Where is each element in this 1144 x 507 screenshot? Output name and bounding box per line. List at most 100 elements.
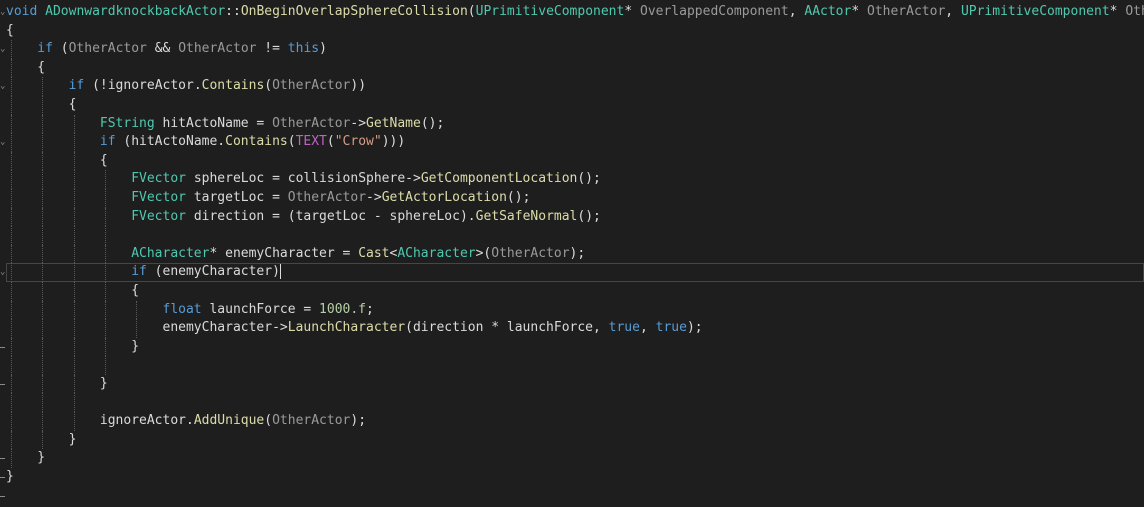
code-line[interactable]: } — [6, 468, 1144, 487]
code-token: = ( — [264, 208, 296, 224]
indent-guide — [42, 151, 44, 171]
code-token: true — [608, 320, 640, 336]
code-token: Contains — [225, 134, 288, 150]
indent-guide — [42, 170, 44, 189]
code-line[interactable]: if (!ignoreActor.Contains(OtherActor)) — [6, 77, 1144, 96]
indent-guide — [42, 114, 44, 134]
code-token: direction — [193, 208, 265, 224]
code-token: ADownwardknockbackActor — [45, 4, 226, 19]
code-line[interactable]: } — [6, 449, 1144, 468]
code-text: { — [6, 282, 139, 301]
indent-guide — [42, 95, 44, 115]
code-token: ( — [467, 4, 476, 19]
code-token: , — [639, 320, 656, 336]
code-line[interactable]: float launchForce = 1000.f; — [6, 300, 1144, 320]
code-line[interactable] — [6, 393, 1144, 413]
code-line[interactable]: if (hitActoName.Contains(TEXT("Crow"))) — [6, 133, 1144, 152]
code-line-current[interactable]: if (enemyCharacter) — [6, 263, 1144, 282]
indent-guide — [73, 393, 75, 413]
code-text: enemyCharacter->LaunchCharacter(directio… — [6, 319, 703, 338]
code-token: ); — [350, 413, 367, 429]
code-token: = — [295, 301, 320, 317]
code-line[interactable]: void ADownwardknockbackActor::OnBeginOve… — [6, 3, 1144, 22]
indent-guide — [42, 412, 44, 431]
code-token: direction — [412, 320, 484, 336]
code-line[interactable]: ACharacter* enemyCharacter = Cast<AChara… — [6, 244, 1144, 264]
code-line[interactable]: FVector direction = (targetLoc - sphereL… — [6, 207, 1144, 227]
indent-guide — [104, 263, 106, 282]
indent-guide — [42, 319, 44, 338]
code-token: , — [593, 320, 609, 336]
indent-guide — [11, 95, 12, 115]
code-line[interactable]: ignoreActor.AddUnique(OtherActor); — [6, 412, 1144, 431]
code-token: } — [68, 431, 77, 447]
code-token: if — [131, 264, 147, 280]
indent-guide — [11, 300, 12, 320]
fold-toggle-icon[interactable]: ⌄ — [0, 137, 5, 147]
code-token: - — [366, 208, 390, 224]
code-token: , — [788, 4, 805, 19]
code-token: TEXT — [295, 134, 327, 150]
fold-toggle-icon[interactable]: ⌄ — [0, 267, 5, 277]
indent-guide — [11, 207, 12, 227]
code-line[interactable]: } — [6, 430, 1144, 450]
code-line[interactable]: { — [6, 151, 1144, 171]
code-lines[interactable]: void ADownwardknockbackActor::OnBeginOve… — [6, 3, 1144, 486]
code-token: OtherActor — [272, 413, 351, 429]
code-token: * — [1109, 4, 1126, 19]
indent-guide — [73, 207, 75, 227]
indent-guide — [104, 244, 106, 264]
code-line[interactable]: FString hitActoName = OtherActor->GetNam… — [6, 114, 1144, 134]
code-token: -> — [366, 189, 382, 205]
code-token: enemyCharacter — [162, 264, 273, 280]
code-token: GetSafeNormal — [475, 208, 578, 224]
code-line[interactable]: { — [6, 281, 1144, 301]
code-editor[interactable]: ⌄ ⌄ ⌄ ⌄ ⌄ void ADownwardknockbackActor::OnBe… — [0, 0, 1144, 507]
code-line[interactable]: enemyCharacter->LaunchCharacter(directio… — [6, 319, 1144, 338]
code-line[interactable]: FVector sphereLoc = collisionSphere->Get… — [6, 170, 1144, 189]
indent-guide — [104, 170, 106, 189]
fold-toggle-icon[interactable]: ⌄ — [0, 7, 5, 17]
code-line[interactable]: if (OtherActor && OtherActor != this) — [6, 40, 1144, 59]
code-token: OtherActor — [272, 78, 351, 94]
indent-guide — [42, 77, 44, 96]
code-token: { — [68, 96, 77, 112]
code-token: ACharacter — [397, 245, 476, 261]
indent-guide — [11, 114, 12, 134]
code-token: ). — [459, 208, 476, 224]
indent-guide — [11, 226, 12, 245]
code-line[interactable]: { — [6, 22, 1144, 41]
code-token: * — [483, 320, 507, 336]
code-line[interactable] — [6, 226, 1144, 245]
code-text: if (enemyCharacter) — [6, 263, 281, 282]
code-token: , — [945, 4, 961, 19]
code-token: (); — [420, 115, 445, 131]
code-line[interactable]: { — [6, 95, 1144, 115]
code-token: (); — [577, 171, 601, 187]
indent-guide — [11, 356, 12, 375]
code-token: . — [217, 134, 226, 150]
indent-guide — [73, 356, 75, 375]
code-token: hitActoName — [162, 115, 249, 131]
code-token: if — [68, 78, 85, 94]
fold-toggle-icon[interactable]: ⌄ — [0, 81, 5, 91]
code-line[interactable]: } — [6, 337, 1144, 357]
indent-guide — [104, 337, 106, 357]
code-token: -> — [350, 115, 367, 131]
fold-toggle-icon[interactable]: ⌄ — [0, 44, 5, 54]
code-token: ( — [405, 320, 413, 336]
code-token: UPrimitiveComponent — [960, 4, 1110, 19]
code-line[interactable]: } — [6, 374, 1144, 394]
indent-guide — [11, 281, 12, 301]
code-token: "Crow" — [334, 134, 382, 150]
code-token: sphereLoc — [193, 171, 265, 187]
code-token: ) — [319, 41, 327, 57]
code-line[interactable]: { — [6, 58, 1144, 78]
indent-guide — [11, 449, 12, 468]
code-token: (! — [84, 78, 108, 94]
code-token: * — [209, 245, 226, 261]
code-token: collisionSphere — [287, 171, 406, 187]
indent-guide — [73, 244, 75, 264]
code-line[interactable] — [6, 356, 1144, 375]
code-line[interactable]: FVector targetLoc = OtherActor->GetActor… — [6, 188, 1144, 208]
